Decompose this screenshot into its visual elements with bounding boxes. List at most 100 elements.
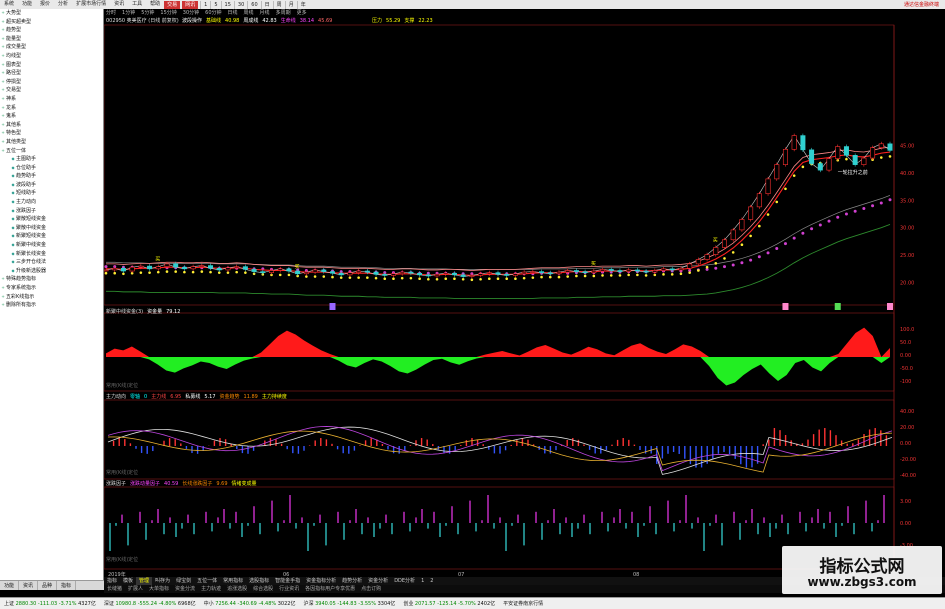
tree-item[interactable]: + 五彩K线指示 — [0, 293, 103, 302]
indicator-tab[interactable]: 大单指标 — [146, 585, 172, 593]
indicator-tab[interactable]: 资金分流 — [172, 585, 198, 593]
menu-tab[interactable]: 交易 — [164, 0, 181, 9]
indicator-tab[interactable]: DDE分析 — [391, 577, 418, 585]
sidebar-tab[interactable]: 资讯 — [19, 581, 39, 590]
tree-item[interactable]: + 能量型 — [0, 35, 103, 44]
tree-item[interactable]: + 趋势型 — [0, 26, 103, 35]
tree-item[interactable]: + 其他类型 — [0, 138, 103, 147]
indicator-tab[interactable]: 绿宝剑 — [173, 577, 194, 585]
tree-item[interactable]: + 其他系 — [0, 121, 103, 130]
indicator-tab[interactable]: 追涨选股 — [224, 585, 250, 593]
tree-item[interactable]: + 路径型 — [0, 69, 103, 78]
sidebar-tab[interactable]: 品种 — [38, 581, 58, 590]
tree-item[interactable]: + 大势型 — [0, 9, 103, 18]
tree-item[interactable]: ◆ 三步开仓线法 — [0, 258, 103, 267]
menu-tab[interactable]: 网讯 — [182, 0, 199, 9]
period-button[interactable]: 15 — [220, 0, 234, 9]
indicator-tab[interactable]: 选股指标 — [246, 577, 272, 585]
tree-item[interactable]: ◆ 趋势助手 — [0, 172, 103, 181]
indicator-tab[interactable]: 模板 — [120, 577, 136, 585]
indicator-tab[interactable]: 行业资讯 — [276, 585, 302, 593]
period-button[interactable]: 周 — [272, 0, 285, 9]
indicator-tab[interactable]: 资金分析 — [365, 577, 391, 585]
chart-period-tab[interactable]: 60分钟 — [205, 10, 221, 16]
menu-item[interactable]: 帮助 — [146, 0, 164, 9]
indicator-tab[interactable]: 2 — [427, 577, 436, 585]
indicator-tab[interactable]: 五位一体 — [194, 577, 220, 585]
chart-period-tab[interactable]: 周线 — [244, 10, 254, 16]
tree-item[interactable]: + 交易型 — [0, 86, 103, 95]
tree-item[interactable]: ◆ 主力动向 — [0, 198, 103, 207]
indicator-tab[interactable]: 智能金手指 — [272, 577, 303, 585]
indicator-tab[interactable]: 1 — [418, 577, 427, 585]
period-button[interactable]: 60 — [247, 0, 260, 9]
period-button[interactable]: 30 — [233, 0, 247, 9]
tree-item[interactable]: ◆ 新聚中线资金 — [0, 241, 103, 250]
chart-period-tab[interactable]: 5分钟 — [141, 10, 154, 16]
indicator-tab[interactable]: 常用指标 — [220, 577, 246, 585]
menu-item[interactable]: 系统 — [0, 0, 18, 9]
chart-period-tab[interactable]: 15分钟 — [160, 10, 176, 16]
tree-item[interactable]: ◆ 升级新选股器 — [0, 267, 103, 276]
tree-item[interactable]: + 鬼系 — [0, 112, 103, 121]
tree-item[interactable]: ◆ 涨跌因子 — [0, 207, 103, 216]
tree-item[interactable]: + 均线型 — [0, 52, 103, 61]
tree-item[interactable]: + 删除所有指示 — [0, 301, 103, 310]
menu-item[interactable]: 工具 — [128, 0, 146, 9]
chart-area[interactable]: 45.00 40.00 35.00 30.00 25.00 20.00 买买买买一轮拉升之前… — [104, 9, 945, 580]
menu-item[interactable]: 扩展市场行情 — [72, 0, 110, 9]
market-index[interactable]: 深证 10980.8 -555.24 -4.80% 6968亿 — [100, 598, 200, 609]
chart-period-tab[interactable]: 日线 — [228, 10, 238, 16]
period-tabs[interactable]: 分时 1分钟 5分钟 15分钟 30分钟 60分钟 日线 周线 月线 多周期 更多 — [106, 10, 313, 16]
tree-item[interactable]: ◆ 聚散短线资金 — [0, 215, 103, 224]
indicator-tab[interactable]: 点击订购 — [358, 585, 384, 593]
chart-canvas[interactable]: 45.0040.0035.0030.0025.0020.00买买 买买一轮拉升之前… — [104, 9, 945, 577]
tree-item[interactable]: ◆ 主图助手 — [0, 155, 103, 164]
period-button[interactable]: 1 — [200, 0, 210, 9]
chart-period-tab[interactable]: 30分钟 — [183, 10, 199, 16]
market-index[interactable]: 沪深 3940.05 -144.83 -3.55% 3304亿 — [299, 598, 399, 609]
indicator-tab[interactable]: 扩展人 — [125, 585, 146, 593]
indicator-tab[interactable]: 长缝猪 — [104, 585, 125, 593]
tree-item[interactable]: ◆ 新聚长线资金 — [0, 250, 103, 259]
tree-item[interactable]: ◆ 新聚短线资金 — [0, 232, 103, 241]
tree-item[interactable]: + 图表型 — [0, 61, 103, 70]
sidebar-tab[interactable]: 功能 — [0, 581, 20, 590]
tree-item[interactable]: + 龙系 — [0, 104, 103, 113]
indicator-tab[interactable]: 指标 — [104, 577, 120, 585]
menu-item[interactable]: 分析 — [54, 0, 72, 9]
tree-item[interactable]: + 特殊趋势指标 — [0, 275, 103, 284]
tree-item[interactable]: + 五位一体 — [0, 147, 103, 156]
tree-item[interactable]: ◆ 仓位助手 — [0, 164, 103, 173]
chart-period-tab[interactable]: 1分钟 — [122, 10, 135, 16]
period-button[interactable]: 日 — [260, 0, 273, 9]
sidebar-tab[interactable]: 指标 — [57, 581, 77, 590]
tree-item[interactable]: + 成交量型 — [0, 43, 103, 52]
indicator-tab[interactable]: 资金指标分析 — [303, 577, 339, 585]
period-button[interactable]: 月 — [284, 0, 297, 9]
tree-item[interactable]: + 停损型 — [0, 78, 103, 87]
market-index[interactable]: 创业 2071.57 -125.14 -5.70% 2402亿 — [399, 598, 499, 609]
tree-item[interactable]: + 专家系统指示 — [0, 284, 103, 293]
chart-period-tab[interactable]: 分时 — [106, 10, 116, 16]
menu-item[interactable]: 功能 — [18, 0, 36, 9]
chart-period-tab[interactable]: 多周期 — [276, 10, 291, 16]
indicator-tab[interactable]: 主力轨迹 — [198, 585, 224, 593]
menu-item[interactable]: 资讯 — [110, 0, 128, 9]
period-button[interactable]: 年 — [296, 0, 309, 9]
tree-item[interactable]: + 神系 — [0, 95, 103, 104]
indicator-tab[interactable]: 各因指标用户专享优惠 — [302, 585, 358, 593]
chart-period-tab[interactable]: 月线 — [260, 10, 270, 16]
tree-item[interactable]: ◆ 聚散中线资金 — [0, 224, 103, 233]
market-index[interactable]: 平安证券南京行情 — [499, 598, 547, 609]
tree-item[interactable]: ◆ 波段助手 — [0, 181, 103, 190]
market-index[interactable]: 上证 2880.30 -111.03 -3.71% 4327亿 — [0, 598, 100, 609]
chart-period-tab[interactable]: 更多 — [297, 10, 307, 16]
market-index[interactable]: 中小 7256.44 -340.69 -4.48% 3022亿 — [200, 598, 300, 609]
tree-item[interactable]: ◆ 短线助手 — [0, 189, 103, 198]
indicator-tab[interactable]: 综合选股 — [250, 585, 276, 593]
menu-item[interactable]: 报价 — [36, 0, 54, 9]
period-button[interactable]: 5 — [210, 0, 220, 9]
tree-item[interactable]: + 超买超卖型 — [0, 18, 103, 27]
indicator-tab[interactable]: 趋势分析 — [339, 577, 365, 585]
